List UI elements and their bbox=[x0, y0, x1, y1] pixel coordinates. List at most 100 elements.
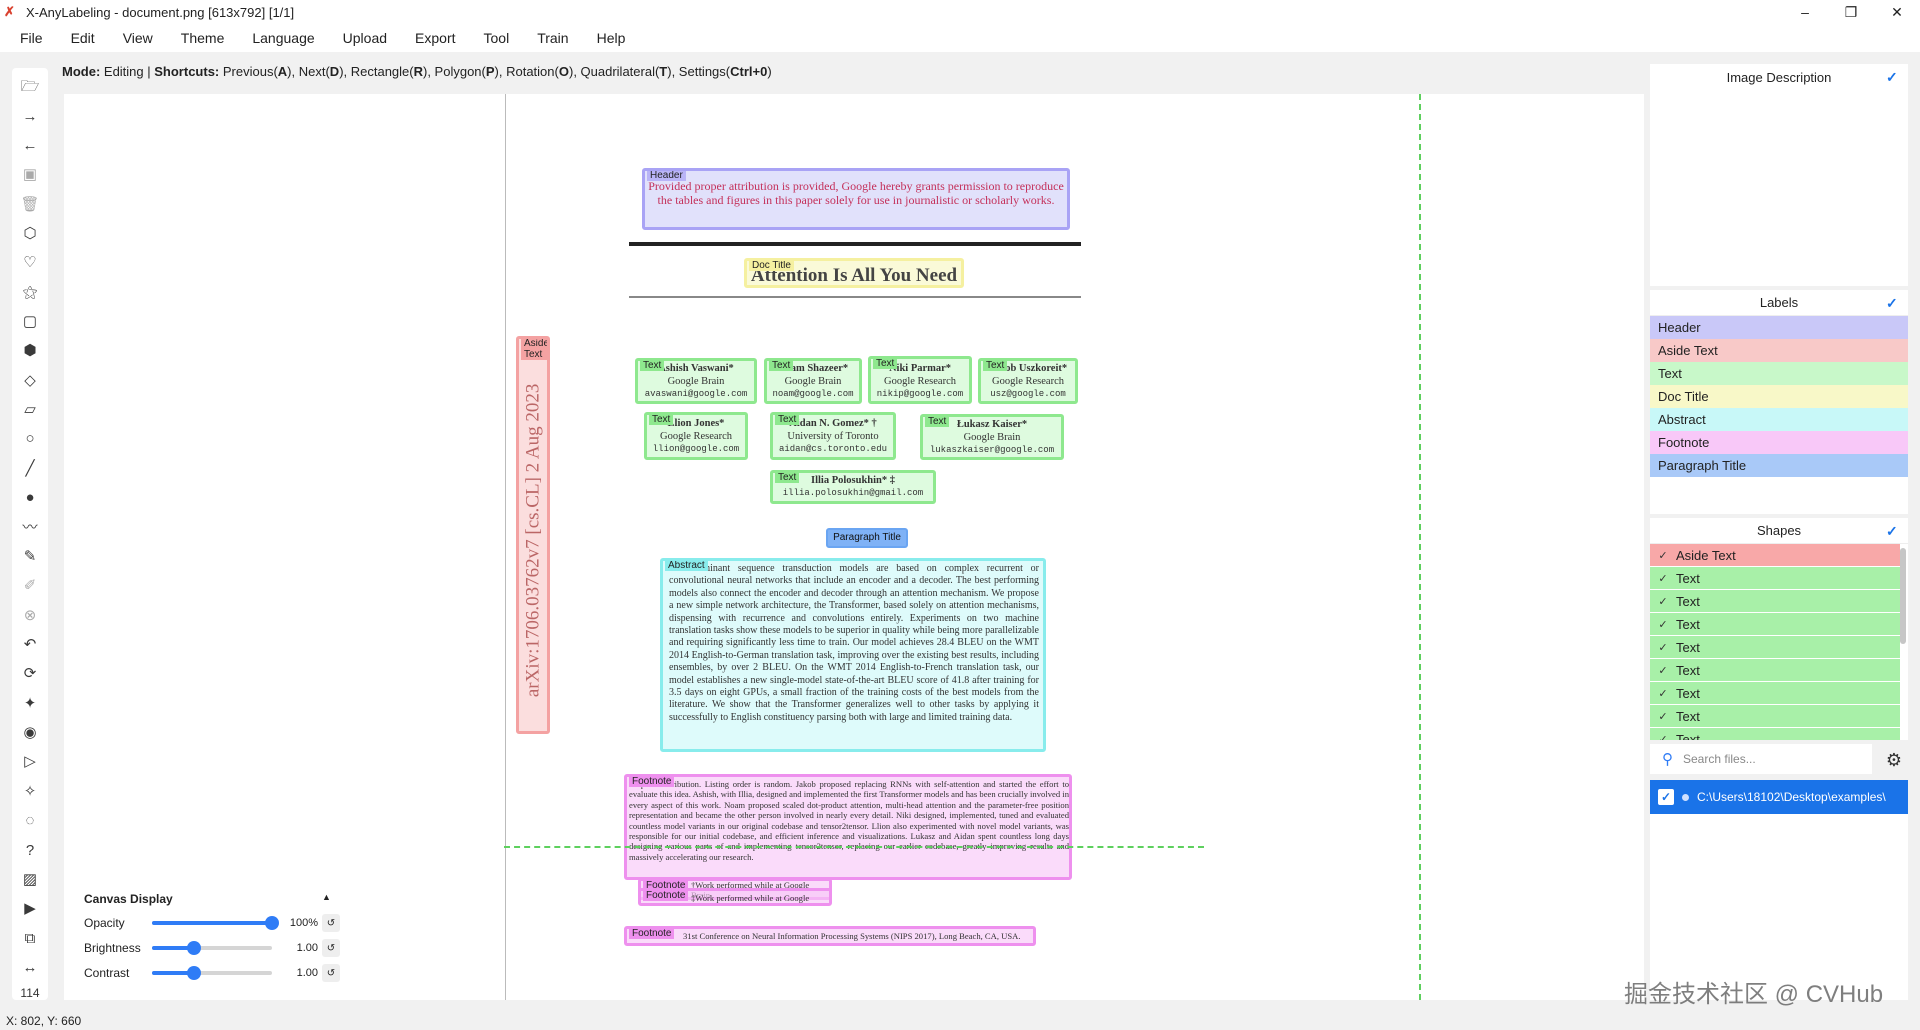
author-text-annotation[interactable]: Text Aidan N. Gomez* † University of Tor… bbox=[770, 412, 896, 460]
tag-icon[interactable]: ✧ bbox=[18, 780, 42, 804]
cube-icon[interactable]: ⬢ bbox=[18, 339, 42, 363]
shape-item[interactable]: ✓ Text bbox=[1650, 567, 1900, 590]
menu-theme[interactable]: Theme bbox=[167, 30, 239, 46]
shape-checkbox[interactable]: ✓ bbox=[1650, 618, 1676, 631]
loop-icon[interactable]: ⟳ bbox=[18, 662, 42, 686]
close-button[interactable]: ✕ bbox=[1874, 0, 1920, 24]
brush-icon[interactable]: ✎ bbox=[18, 545, 42, 569]
reset-icon[interactable]: ↺ bbox=[322, 914, 340, 932]
ai-icon[interactable]: ✦ bbox=[18, 691, 42, 715]
menu-language[interactable]: Language bbox=[238, 30, 328, 46]
header-annotation[interactable]: Header Provided proper attribution is pr… bbox=[642, 168, 1070, 230]
author-text-annotation[interactable]: Text Łukasz Kaiser* Google Brain lukaszk… bbox=[920, 414, 1064, 460]
author-text-annotation[interactable]: Text Jakob Uszkoreit* Google Research us… bbox=[978, 358, 1078, 404]
menu-edit[interactable]: Edit bbox=[57, 30, 109, 46]
rotation-icon[interactable]: ▱ bbox=[18, 398, 42, 422]
video-icon[interactable]: ▶ bbox=[18, 897, 42, 921]
menu-upload[interactable]: Upload bbox=[329, 30, 401, 46]
menu-train[interactable]: Train bbox=[523, 30, 582, 46]
undo-icon[interactable]: ↶ bbox=[18, 633, 42, 657]
footnote-annotation[interactable]: Footnote *Equal contribution. Listing or… bbox=[624, 774, 1072, 880]
fit-width-icon[interactable]: ↔ bbox=[18, 956, 42, 980]
shape-checkbox[interactable]: ✓ bbox=[1650, 549, 1676, 562]
footnote-annotation[interactable]: Footnote ‡Work performed while at Google… bbox=[638, 888, 832, 906]
shape-checkbox[interactable]: ✓ bbox=[1650, 664, 1676, 677]
copy-icon[interactable]: ⧉ bbox=[18, 926, 42, 950]
shape-item[interactable]: ✓ Text bbox=[1650, 705, 1900, 728]
label-item[interactable]: Aside Text bbox=[1650, 339, 1908, 362]
label-item[interactable]: Header bbox=[1650, 316, 1908, 339]
menu-file[interactable]: File bbox=[6, 30, 57, 46]
menu-help[interactable]: Help bbox=[583, 30, 640, 46]
shape-checkbox[interactable]: ✓ bbox=[1650, 641, 1676, 654]
delete-icon[interactable]: 🗑 bbox=[18, 192, 42, 216]
play-icon[interactable]: ▷ bbox=[18, 750, 42, 774]
label-item[interactable]: Footnote bbox=[1650, 431, 1908, 454]
label-item[interactable]: Abstract bbox=[1650, 408, 1908, 431]
contrast-slider[interactable] bbox=[152, 966, 272, 980]
paragraph-title-annotation[interactable]: Paragraph Title bbox=[826, 528, 908, 548]
menu-tool[interactable]: Tool bbox=[470, 30, 524, 46]
footnote-annotation[interactable]: Footnote 31st Conference on Neural Infor… bbox=[624, 926, 1036, 946]
eraser-icon[interactable]: ⊗ bbox=[18, 603, 42, 627]
chat-icon[interactable]: ◌ bbox=[18, 809, 42, 833]
doc-title-annotation[interactable]: Doc Title Attention Is All You Need bbox=[744, 258, 964, 288]
shape-checkbox[interactable]: ✓ bbox=[1650, 572, 1676, 585]
author-text-annotation[interactable]: Text Ashish Vaswani* Google Brain avaswa… bbox=[635, 358, 757, 404]
collapse-caret-icon[interactable]: ▲ bbox=[322, 892, 331, 902]
checkbox-icon[interactable]: ✓ bbox=[1886, 70, 1900, 84]
checkbox-icon[interactable]: ✓ bbox=[1886, 524, 1900, 538]
shape-item[interactable]: ✓ Text bbox=[1650, 590, 1900, 613]
heart-icon[interactable]: ♡ bbox=[18, 251, 42, 275]
canvas[interactable]: Header Provided proper attribution is pr… bbox=[64, 94, 1644, 1000]
slider-knob[interactable] bbox=[187, 941, 201, 955]
shape-item[interactable]: ✓ Text bbox=[1650, 636, 1900, 659]
shape-item[interactable]: ✓ Text bbox=[1650, 659, 1900, 682]
label-item[interactable]: Text bbox=[1650, 362, 1908, 385]
label-item[interactable]: Doc Title bbox=[1650, 385, 1908, 408]
author-text-annotation[interactable]: Text Illia Polosukhin* ‡ illia.polosukhi… bbox=[770, 470, 936, 504]
author-text-annotation[interactable]: Text Noam Shazeer* Google Brain noam@goo… bbox=[764, 358, 862, 404]
file-list-item[interactable]: ✓ C:\Users\18102\Desktop\examples\ bbox=[1650, 780, 1908, 814]
shapes-scrollbar[interactable] bbox=[1900, 548, 1906, 644]
circle-icon[interactable]: ○ bbox=[18, 427, 42, 451]
checkbox-icon[interactable]: ✓ bbox=[1886, 296, 1900, 310]
shape-checkbox[interactable]: ✓ bbox=[1650, 595, 1676, 608]
point-icon[interactable]: ● bbox=[18, 486, 42, 510]
author-text-annotation[interactable]: Text Llion Jones* Google Research llion@… bbox=[644, 412, 748, 460]
shape-checkbox[interactable]: ✓ bbox=[1650, 687, 1676, 700]
gear-icon[interactable]: ⚙ bbox=[1882, 748, 1906, 772]
linestrip-icon[interactable]: 〰 bbox=[18, 515, 42, 539]
file-search-box[interactable]: ⚲ Search files... bbox=[1650, 744, 1872, 774]
opacity-slider[interactable] bbox=[152, 916, 279, 930]
slider-knob[interactable] bbox=[187, 966, 201, 980]
polygon-icon[interactable]: ⬡ bbox=[18, 222, 42, 246]
shape-checkbox[interactable]: ✓ bbox=[1650, 710, 1676, 723]
aside-text-annotation[interactable]: Aside Text arXiv:1706.03762v7 [cs.CL] 2 … bbox=[516, 336, 550, 734]
next-arrow-icon[interactable]: → bbox=[18, 104, 42, 128]
shape-item[interactable]: ✓ Text bbox=[1650, 682, 1900, 705]
open-folder-icon[interactable]: 🗁 bbox=[18, 75, 42, 99]
prev-arrow-icon[interactable]: ← bbox=[18, 134, 42, 158]
rectangle-icon[interactable]: ▢ bbox=[18, 310, 42, 334]
shape-item[interactable]: ✓ Aside Text bbox=[1650, 544, 1900, 567]
brightness-slider[interactable] bbox=[152, 941, 272, 955]
menu-view[interactable]: View bbox=[109, 30, 167, 46]
shape-checkbox[interactable]: ✓ bbox=[1650, 733, 1676, 741]
abstract-annotation[interactable]: Abstract The dominant sequence transduct… bbox=[660, 558, 1046, 752]
edit-icon[interactable]: ✐ bbox=[18, 574, 42, 598]
magic-wand-icon[interactable]: ⚝ bbox=[18, 280, 42, 304]
eye-icon[interactable]: ◉ bbox=[18, 721, 42, 745]
label-item[interactable]: Paragraph Title bbox=[1650, 454, 1908, 477]
author-text-annotation[interactable]: Text Niki Parmar* Google Research nikip@… bbox=[868, 356, 972, 404]
reset-icon[interactable]: ↺ bbox=[322, 939, 340, 957]
help-icon[interactable]: ? bbox=[18, 838, 42, 862]
maximize-button[interactable]: ❐ bbox=[1828, 0, 1874, 24]
line-icon[interactable]: ╱ bbox=[18, 457, 42, 481]
shape-item[interactable]: ✓ Text bbox=[1650, 728, 1900, 740]
reset-icon[interactable]: ↺ bbox=[322, 964, 340, 982]
image-icon[interactable]: ▨ bbox=[18, 868, 42, 892]
slider-knob[interactable] bbox=[265, 916, 279, 930]
save-icon[interactable]: ▣ bbox=[18, 163, 42, 187]
minimize-button[interactable]: – bbox=[1782, 0, 1828, 24]
